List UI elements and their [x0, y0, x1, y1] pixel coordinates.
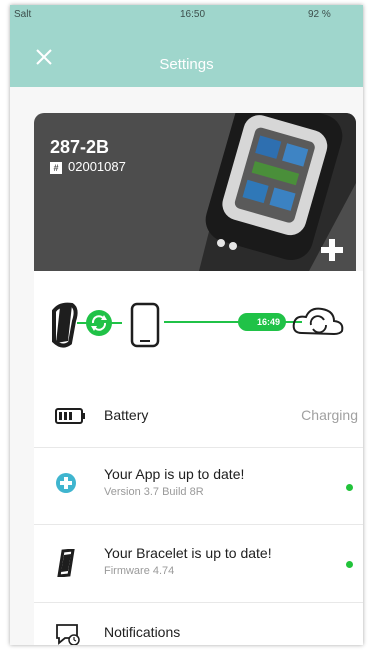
- serial-value: 02001087: [68, 159, 126, 174]
- app-status-dot: [346, 484, 353, 491]
- sync-status: 16:49: [34, 271, 363, 361]
- notifications-row[interactable]: Notifications: [34, 603, 363, 645]
- bracelet-icon: [57, 549, 75, 577]
- phone-icon: [130, 302, 160, 348]
- nav-bar: Settings: [10, 25, 363, 87]
- status-bar: Salt 16:50 92 %: [10, 5, 363, 25]
- notifications-icon: [56, 624, 80, 645]
- serial-number: #02001087: [50, 159, 126, 174]
- page-title: Settings: [159, 56, 214, 73]
- battery-percent: 92 %: [308, 9, 331, 20]
- battery-row[interactable]: Battery Charging: [34, 386, 363, 448]
- bracelet-status-dot: [346, 561, 353, 568]
- app-update-title: Your App is up to date!: [104, 466, 245, 482]
- app-version: Version 3.7 Build 8R: [104, 486, 204, 498]
- serial-icon: #: [50, 161, 62, 174]
- add-button[interactable]: [320, 238, 344, 262]
- notifications-label: Notifications: [104, 624, 181, 640]
- plus-icon: [321, 239, 343, 261]
- app-update-icon: [56, 473, 76, 493]
- sync-icon: [86, 310, 112, 336]
- device-banner: 287-2B #02001087: [34, 113, 356, 271]
- bracelet-icon: [52, 302, 78, 348]
- settings-card: 16:49 Battery Charging Your App is up to…: [34, 271, 363, 645]
- sync-diagram: [52, 302, 344, 348]
- bracelet-firmware: Firmware 4.74: [104, 565, 175, 577]
- device-id: 287-2B: [50, 137, 110, 157]
- bracelet-update-row[interactable]: Your Bracelet is up to date! Firmware 4.…: [34, 525, 363, 603]
- bracelet-update-title: Your Bracelet is up to date!: [104, 545, 272, 561]
- battery-status: Charging: [301, 407, 358, 423]
- last-sync-badge: 16:49: [238, 313, 286, 331]
- carrier-label: Salt: [14, 9, 32, 20]
- app-update-row[interactable]: Your App is up to date! Version 3.7 Buil…: [34, 448, 363, 525]
- battery-icon: [55, 408, 85, 424]
- phone-screen: Salt 16:50 92 % Settings 287-2B # 020010…: [10, 5, 363, 645]
- battery-label: Battery: [104, 407, 149, 423]
- clock: 16:50: [180, 9, 206, 20]
